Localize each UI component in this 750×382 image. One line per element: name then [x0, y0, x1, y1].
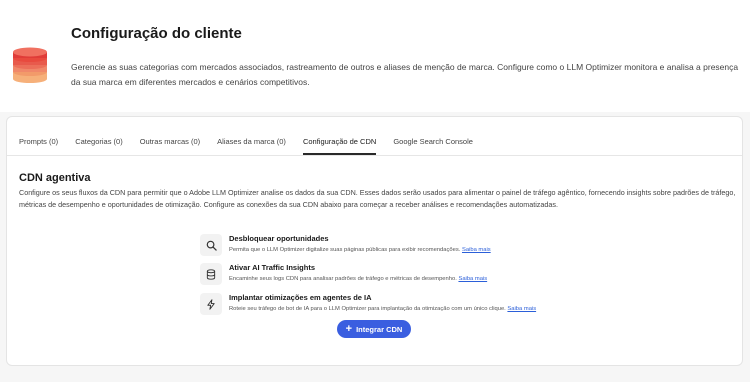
tab-bar: Prompts (0) Categorias (0) Outras marcas…: [19, 137, 490, 155]
feature-description-text: Encaminhe seus logs CDN para analisar pa…: [229, 276, 457, 282]
feature-description-text: Roteie seu tráfego de bot de IA para o L…: [229, 306, 506, 312]
tabs-divider: [7, 155, 742, 156]
feature-title: Ativar AI Traffic Insights: [229, 263, 315, 272]
learn-more-link[interactable]: Saiba mais: [458, 276, 487, 282]
tab-brand-aliases[interactable]: Aliases da marca (0): [217, 137, 286, 155]
tab-categories[interactable]: Categorias (0): [75, 137, 123, 155]
feature-unlock-opportunities: Desbloquear oportunidades Permita que o …: [200, 234, 620, 260]
feature-title: Desbloquear oportunidades: [229, 234, 329, 243]
configuration-card: Prompts (0) Categorias (0) Outras marcas…: [6, 116, 743, 366]
page-title: Configuração do cliente: [71, 25, 242, 42]
learn-more-link[interactable]: Saiba mais: [507, 306, 536, 312]
section-description: Configure os seus fluxos da CDN para per…: [19, 188, 736, 209]
tab-cdn-configuration[interactable]: Configuração de CDN: [302, 137, 377, 155]
integrate-cdn-label: Integrar CDN: [356, 324, 403, 334]
tab-prompts[interactable]: Prompts (0): [19, 137, 58, 155]
feature-deploy-optimizations: Implantar otimizações em agentes de IA R…: [200, 293, 620, 319]
lightning-icon: [200, 293, 222, 315]
feature-description: Permita que o LLM Optimizer digitalize s…: [229, 247, 491, 253]
feature-title: Implantar otimizações em agentes de IA: [229, 293, 372, 302]
plus-icon: +: [345, 322, 353, 335]
learn-more-link[interactable]: Saiba mais: [462, 247, 491, 253]
search-icon: [200, 234, 222, 256]
feature-description: Encaminhe seus logs CDN para analisar pa…: [229, 276, 487, 282]
tab-other-brands[interactable]: Outras marcas (0): [140, 137, 200, 155]
feature-description: Roteie seu tráfego de bot de IA para o L…: [229, 306, 536, 312]
feature-ai-traffic-insights: Ativar AI Traffic Insights Encaminhe seu…: [200, 263, 620, 289]
page-header: Configuração do cliente Gerencie as suas…: [0, 0, 750, 112]
page-description: Gerencie as suas categorias com mercados…: [71, 62, 739, 87]
feature-description-text: Permita que o LLM Optimizer digitalize s…: [229, 247, 461, 253]
tab-google-search-console[interactable]: Google Search Console: [393, 137, 473, 155]
section-title: CDN agentiva: [19, 172, 91, 184]
stacked-cylinders-logo-icon: [13, 47, 47, 83]
integrate-cdn-button[interactable]: + Integrar CDN: [337, 320, 411, 338]
database-icon: [200, 263, 222, 285]
